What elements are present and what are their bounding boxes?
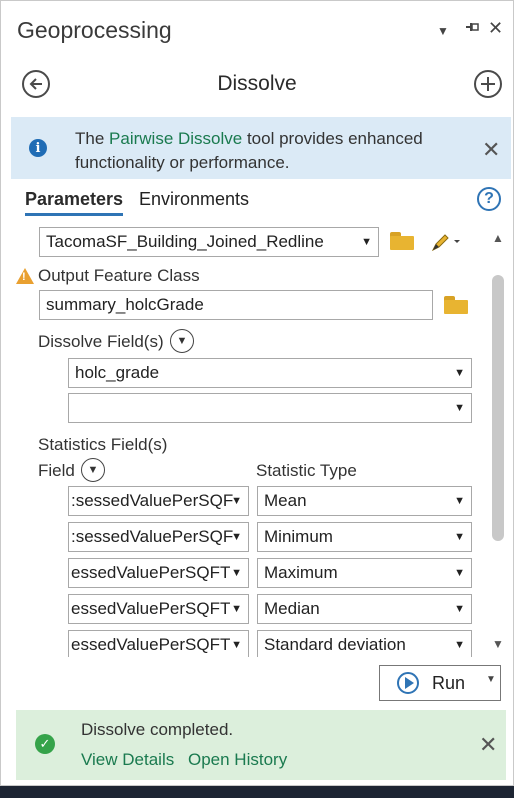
pane-title: Geoprocessing (17, 17, 172, 43)
chevron-down-icon: ▼ (231, 639, 242, 651)
caret-down-icon[interactable]: ▼ (437, 22, 449, 40)
geoprocessing-pane: Geoprocessing ▼ ✕ Dissolve i The Pairwis… (0, 0, 514, 786)
status-banner: ✓ Dissolve completed. View Details Open … (16, 710, 506, 780)
expand-dissolve-fields-icon[interactable]: ▼ (170, 329, 194, 353)
statistics-field-value: :sessedValuePerSQF (71, 527, 234, 546)
dismiss-info-icon[interactable]: ✕ (482, 139, 500, 161)
folder-icon[interactable] (390, 232, 414, 250)
field-column-header: Field (38, 461, 75, 480)
info-text: The Pairwise Dissolve tool provides enha… (75, 127, 465, 175)
statistics-fields-label: Statistics Field(s) (38, 435, 168, 454)
dissolve-field-select[interactable]: holc_grade ▼ (68, 358, 472, 388)
view-details-link[interactable]: View Details (81, 750, 174, 770)
chevron-down-icon: ▼ (454, 402, 465, 414)
statistics-field-select[interactable]: essedValuePerSQFT ▼ (68, 594, 249, 624)
chevron-down-icon: ▼ (361, 236, 372, 248)
parameters-panel: TacomaSF_Building_Joined_Redline ▼ ! Out… (1, 225, 513, 657)
output-feature-class-input[interactable]: summary_holcGrade (39, 290, 433, 320)
open-history-link[interactable]: Open History (188, 750, 287, 770)
statistic-type-value: Maximum (264, 563, 338, 582)
pencil-icon[interactable] (431, 232, 461, 252)
dissolve-field-value: holc_grade (75, 363, 160, 382)
chevron-down-icon: ▼ (454, 639, 465, 651)
chevron-down-icon: ▼ (231, 495, 242, 507)
pairwise-dissolve-link[interactable]: Pairwise Dissolve (109, 129, 242, 148)
statistics-field-select[interactable]: :sessedValuePerSQF ▼ (68, 486, 249, 516)
statistics-field-value: essedValuePerSQFT (71, 563, 231, 582)
info-banner: i The Pairwise Dissolve tool provides en… (11, 117, 511, 179)
statistic-type-select[interactable]: Minimum ▼ (257, 522, 472, 552)
chevron-down-icon: ▼ (454, 367, 465, 379)
dissolve-field-select[interactable]: ▼ (68, 393, 472, 423)
statistic-type-value: Standard deviation (264, 635, 406, 654)
output-feature-class-label: Output Feature Class (38, 266, 200, 285)
chevron-down-icon: ▼ (454, 567, 465, 579)
folder-icon[interactable] (444, 296, 468, 314)
run-label: Run (432, 673, 466, 693)
tab-parameters[interactable]: Parameters (25, 189, 123, 210)
expand-statistics-fields-icon[interactable]: ▼ (81, 458, 105, 482)
run-options-dropdown-icon[interactable]: ▼ (486, 674, 496, 685)
statistic-type-select[interactable]: Standard deviation ▼ (257, 630, 472, 657)
chevron-down-icon: ▼ (454, 531, 465, 543)
scrollbar-thumb[interactable] (492, 275, 504, 541)
chevron-down-icon: ▼ (231, 531, 242, 543)
statistics-field-value: :sessedValuePerSQF (71, 491, 234, 510)
input-features-value: TacomaSF_Building_Joined_Redline (46, 232, 324, 251)
taskbar-strip (0, 786, 514, 798)
parameters-scrollbar[interactable]: ▲ ▼ (489, 225, 507, 657)
statistic-type-select[interactable]: Maximum ▼ (257, 558, 472, 588)
statistic-type-value: Median (264, 599, 320, 618)
chevron-down-icon: ▼ (231, 603, 242, 615)
close-icon[interactable]: ✕ (488, 19, 503, 37)
tool-title: Dissolve (217, 72, 297, 95)
warning-icon: ! (16, 268, 34, 284)
statistics-field-select[interactable]: :sessedValuePerSQF ▼ (68, 522, 249, 552)
plus-icon[interactable] (474, 70, 502, 98)
chevron-down-icon: ▼ (454, 603, 465, 615)
play-icon (397, 672, 419, 694)
statistic-type-select[interactable]: Mean ▼ (257, 486, 472, 516)
dissolve-fields-label: Dissolve Field(s) (38, 332, 164, 351)
output-feature-class-value: summary_holcGrade (46, 295, 204, 314)
dismiss-status-icon[interactable]: ✕ (479, 734, 497, 756)
statistics-field-select[interactable]: essedValuePerSQFT ▼ (68, 630, 249, 657)
scroll-down-icon[interactable]: ▼ (492, 637, 504, 651)
scroll-up-icon[interactable]: ▲ (492, 231, 504, 245)
chevron-down-icon: ▼ (231, 567, 242, 579)
help-icon[interactable]: ? (477, 187, 501, 211)
pin-icon[interactable] (464, 19, 480, 40)
statistics-field-value: essedValuePerSQFT (71, 599, 231, 618)
statistics-field-select[interactable]: essedValuePerSQFT ▼ (68, 558, 249, 588)
tab-environments[interactable]: Environments (139, 189, 249, 210)
statistic-type-select[interactable]: Median ▼ (257, 594, 472, 624)
statistic-type-value: Minimum (264, 527, 333, 546)
info-icon: i (29, 139, 47, 157)
input-features-select[interactable]: TacomaSF_Building_Joined_Redline ▼ (39, 227, 379, 257)
statistic-type-column-header: Statistic Type (256, 461, 357, 480)
active-tab-indicator (25, 213, 123, 216)
statistic-type-value: Mean (264, 491, 307, 510)
statistics-field-value: essedValuePerSQFT (71, 635, 231, 654)
run-button[interactable]: Run ▼ (379, 665, 501, 701)
chevron-down-icon: ▼ (454, 495, 465, 507)
checkmark-icon: ✓ (35, 734, 55, 754)
info-prefix: The (75, 129, 110, 148)
status-message: Dissolve completed. (81, 720, 234, 739)
